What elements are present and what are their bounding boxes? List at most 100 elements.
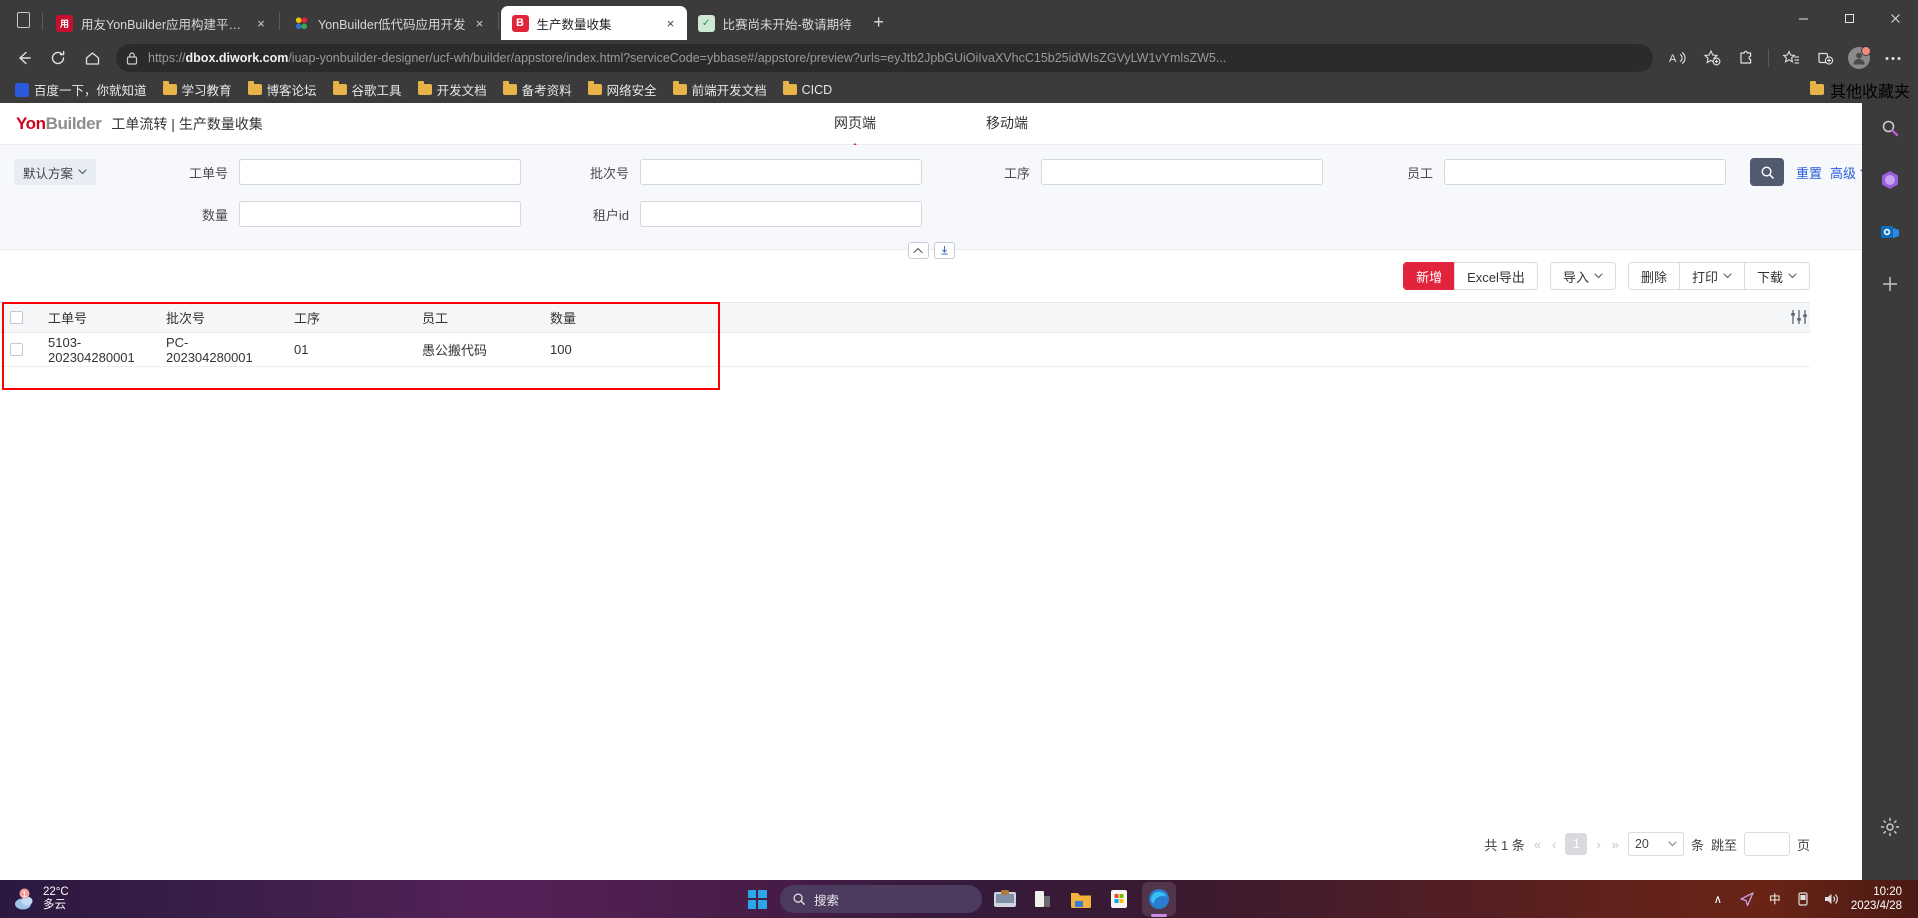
more-options-icon[interactable]	[1876, 43, 1910, 73]
windows-start-icon	[747, 889, 767, 909]
last-page-button[interactable]: »	[1610, 837, 1621, 852]
advanced-link[interactable]: 高级	[1830, 163, 1862, 182]
close-button[interactable]	[1872, 0, 1918, 36]
tab-close-icon[interactable]: ×	[251, 13, 271, 33]
prev-page-button[interactable]: ‹	[1550, 837, 1558, 852]
ime-indicator[interactable]: 中	[1766, 884, 1784, 914]
home-icon[interactable]	[76, 43, 108, 73]
windows-taskbar: 1 22°C 多云 搜索 ∧ 中 10:20 2023/4/28	[0, 880, 1918, 918]
tab-close-icon[interactable]: ×	[470, 13, 490, 33]
extensions-icon[interactable]	[1729, 43, 1763, 73]
new-tab-button[interactable]: +	[864, 7, 894, 37]
row-select-cell[interactable]	[0, 332, 38, 367]
browser-tab-2[interactable]: YonBuilder低代码应用开发 ×	[282, 6, 496, 40]
clock[interactable]: 10:20 2023/4/28	[1851, 885, 1912, 913]
sidebar-outlook-icon[interactable]	[1877, 219, 1903, 245]
browser-tab-3-active[interactable]: B 生产数量收集 ×	[500, 6, 687, 40]
weather-widget[interactable]: 1 22°C 多云	[0, 886, 69, 912]
network-icon[interactable]	[1737, 884, 1757, 914]
bookmark-blog[interactable]: 博客论坛	[241, 77, 324, 102]
scheme-selector[interactable]: 默认方案	[14, 159, 96, 185]
work-order-input[interactable]	[239, 159, 521, 185]
bookmark-frontend-docs[interactable]: 前端开发文档	[666, 77, 774, 102]
collections-icon[interactable]	[1808, 43, 1842, 73]
tab-divider	[497, 12, 499, 30]
reset-link[interactable]: 重置	[1796, 163, 1822, 182]
delete-button[interactable]: 删除	[1627, 262, 1680, 290]
minimize-button[interactable]	[1780, 0, 1826, 36]
start-button[interactable]	[742, 884, 772, 914]
process-input[interactable]	[1041, 159, 1323, 185]
add-button[interactable]: 新增	[1403, 262, 1456, 290]
address-bar[interactable]: https://dbox.diwork.com/iuap-yonbuilder-…	[116, 44, 1653, 72]
add-favorite-icon[interactable]	[1695, 43, 1729, 73]
pin-button[interactable]	[933, 242, 955, 259]
jump-page-input[interactable]	[1743, 832, 1790, 856]
favorites-icon[interactable]	[1774, 43, 1808, 73]
column-settings-button[interactable]	[1790, 309, 1808, 330]
employee-input[interactable]	[1444, 159, 1726, 185]
sidebar-search-icon[interactable]	[1877, 115, 1903, 141]
tenant-id-input[interactable]	[640, 201, 922, 227]
table-row[interactable]: 5103-202304280001 PC-202304280001 01 愚公搬…	[0, 332, 1810, 367]
import-button[interactable]: 导入	[1549, 262, 1616, 290]
quantity-input[interactable]	[239, 201, 521, 227]
select-all-cell[interactable]	[0, 302, 38, 333]
tab-web[interactable]: 网页端	[834, 113, 876, 135]
column-header-quantity[interactable]: 数量	[540, 302, 668, 333]
excel-export-button[interactable]: Excel导出	[1454, 262, 1538, 290]
maximize-button[interactable]	[1826, 0, 1872, 36]
tab-search-icon[interactable]	[6, 3, 40, 37]
bookmark-label: 开发文档	[436, 84, 487, 98]
bookmark-exam-materials[interactable]: 备考资料	[496, 77, 579, 102]
download-button[interactable]: 下载	[1743, 262, 1810, 290]
column-header-batch[interactable]: 批次号	[156, 302, 284, 333]
bookmark-study[interactable]: 学习教育	[156, 77, 239, 102]
app-microsoft-store[interactable]	[1104, 884, 1134, 914]
select-all-checkbox[interactable]	[10, 311, 23, 324]
volume-icon[interactable]	[1822, 884, 1842, 914]
tray-overflow-icon[interactable]: ∧	[1708, 884, 1728, 914]
bookmark-network-security[interactable]: 网络安全	[581, 77, 664, 102]
folder-icon	[417, 81, 432, 95]
browser-tab-1[interactable]: 用 用友YonBuilder应用构建平台-可 ×	[45, 6, 277, 40]
taskbar-search-placeholder: 搜索	[814, 893, 840, 908]
bookmark-dev-docs[interactable]: 开发文档	[411, 77, 494, 102]
collapse-button[interactable]	[907, 242, 929, 259]
battery-icon[interactable]	[1793, 884, 1813, 914]
tab-title: 比赛尚未开始-敬请期待	[722, 17, 852, 32]
edge-sidebar	[1862, 103, 1918, 880]
app-file-explorer[interactable]	[990, 884, 1020, 914]
column-header-employee[interactable]: 员工	[412, 302, 540, 333]
row-checkbox[interactable]	[10, 343, 23, 356]
sidebar-copilot-icon[interactable]	[1877, 167, 1903, 193]
app-edge-active[interactable]	[1142, 882, 1176, 917]
column-header-work-order[interactable]: 工单号	[38, 302, 156, 333]
profile-avatar[interactable]	[1842, 43, 1876, 73]
sidebar-settings-icon[interactable]	[1877, 814, 1903, 840]
bookmark-google-tools[interactable]: 谷歌工具	[326, 77, 409, 102]
app-folder[interactable]	[1066, 884, 1096, 914]
page-number-1[interactable]: 1	[1565, 833, 1588, 855]
print-button[interactable]: 打印	[1678, 262, 1745, 290]
page-size-select[interactable]: 20	[1627, 832, 1684, 856]
read-aloud-icon[interactable]: A	[1661, 43, 1695, 73]
bookmark-cicd[interactable]: CICD	[776, 80, 840, 100]
sidebar-add-icon[interactable]	[1877, 271, 1903, 297]
taskbar-search[interactable]: 搜索	[780, 885, 982, 913]
batch-input[interactable]	[640, 159, 922, 185]
bookmark-baidu[interactable]: 百度一下，你就知道	[8, 77, 154, 102]
back-icon[interactable]	[8, 43, 40, 73]
search-button[interactable]	[1750, 158, 1784, 186]
other-bookmarks[interactable]: 其他收藏夹	[1809, 78, 1910, 102]
advanced-label: 高级	[1830, 165, 1857, 181]
tab-mobile[interactable]: 移动端	[986, 113, 1028, 135]
first-page-button[interactable]: «	[1532, 837, 1543, 852]
column-header-process[interactable]: 工序	[284, 302, 412, 333]
weather-temperature: 22°C	[43, 886, 69, 898]
tab-close-icon[interactable]: ×	[661, 13, 681, 33]
browser-tab-4[interactable]: ✓ 比赛尚未开始-敬请期待	[687, 6, 858, 40]
next-page-button[interactable]: ›	[1594, 837, 1602, 852]
reload-icon[interactable]	[42, 43, 74, 73]
app-camera[interactable]	[1028, 884, 1058, 914]
